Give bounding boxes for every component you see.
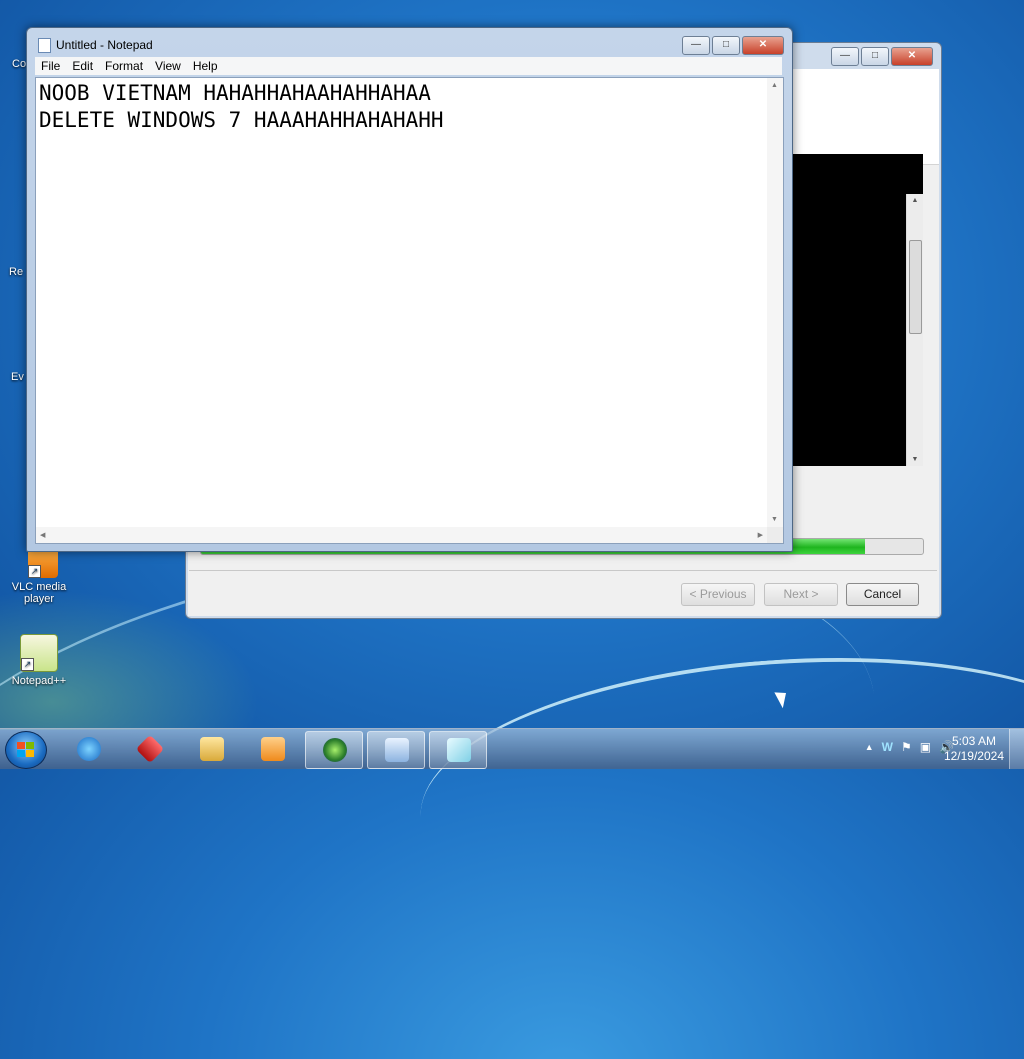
- console-scrollbar[interactable]: ▲ ▼: [906, 194, 923, 466]
- installer-icon: [323, 738, 347, 762]
- installer-maximize-button[interactable]: □: [861, 47, 889, 66]
- desktop-label-recycle[interactable]: Re: [9, 266, 23, 278]
- console-output: [790, 194, 906, 466]
- vertical-scrollbar[interactable]: ▲ ▼: [767, 78, 783, 527]
- taskbar-display[interactable]: [367, 731, 425, 769]
- taskbar-app2[interactable]: [121, 731, 177, 767]
- desktop-icon-vlc[interactable]: ↗ VLC media player: [4, 548, 74, 605]
- show-desktop-button[interactable]: [1009, 729, 1024, 769]
- desktop-icon-label: VLC media player: [11, 581, 67, 605]
- taskbar-media-player[interactable]: [244, 731, 300, 767]
- start-button[interactable]: [5, 731, 47, 769]
- close-button[interactable]: ✕: [742, 36, 784, 55]
- maximize-button[interactable]: □: [712, 36, 740, 55]
- editor-line-1: NOOB VIETNAM HAHAHHAHAAHAHHAHAA: [39, 81, 431, 105]
- menu-edit[interactable]: Edit: [66, 57, 99, 75]
- desktop-icon-label: Notepad++: [11, 675, 67, 687]
- editor-text[interactable]: NOOB VIETNAM HAHAHHAHAAHAHHAHAA DELETE WI…: [39, 80, 444, 134]
- desktop-label-ev[interactable]: Ev: [11, 371, 24, 383]
- scroll-right-icon[interactable]: ▶: [758, 531, 763, 539]
- horizontal-scrollbar[interactable]: ◀ ▶: [36, 527, 767, 543]
- explorer-icon: [200, 737, 224, 761]
- window-title: Untitled - Notepad: [56, 38, 153, 52]
- system-tray: ▲ W ⚑ ▣ 🔊: [865, 740, 954, 754]
- installer-minimize-button[interactable]: —: [831, 47, 859, 66]
- scroll-down-icon[interactable]: ▼: [907, 456, 923, 463]
- taskbar: ▲ W ⚑ ▣ 🔊 5:03 AM 12/19/2024: [0, 728, 1024, 769]
- menu-bar: File Edit Format View Help: [35, 57, 782, 75]
- next-button[interactable]: Next >: [764, 583, 838, 606]
- notepadpp-icon: ↗: [20, 634, 58, 672]
- previous-button[interactable]: < Previous: [681, 583, 755, 606]
- clock-date: 12/19/2024: [943, 749, 1004, 763]
- cancel-button[interactable]: Cancel: [846, 583, 919, 606]
- menu-view[interactable]: View: [149, 57, 187, 75]
- media-icon: [135, 734, 165, 764]
- menu-file[interactable]: File: [35, 57, 66, 75]
- minimize-button[interactable]: —: [682, 36, 710, 55]
- desktop-label-computer[interactable]: Co: [12, 58, 26, 70]
- shortcut-arrow-icon: ↗: [21, 658, 34, 671]
- scroll-up-icon[interactable]: ▲: [771, 82, 778, 89]
- network-app-icon[interactable]: W: [882, 740, 893, 754]
- menu-help[interactable]: Help: [187, 57, 224, 75]
- windows-logo-icon: [17, 742, 35, 758]
- taskbar-ie[interactable]: [60, 731, 116, 767]
- size-grip[interactable]: [767, 527, 783, 543]
- internet-explorer-icon: [77, 737, 101, 761]
- scroll-thumb[interactable]: [909, 240, 922, 334]
- shortcut-arrow-icon: ↗: [28, 565, 41, 578]
- desktop-icon-notepadpp[interactable]: ↗ Notepad++: [4, 634, 74, 687]
- vlc-icon: ↗: [28, 548, 58, 578]
- flag-icon[interactable]: ⚑: [901, 740, 912, 754]
- notepad-icon: [447, 738, 471, 762]
- editor-line-2: DELETE WINDOWS 7 HAAAHAHHAHAHAHH: [39, 108, 444, 132]
- text-editor[interactable]: NOOB VIETNAM HAHAHHAHAAHAHHAHAA DELETE WI…: [35, 77, 784, 544]
- menu-format[interactable]: Format: [99, 57, 149, 75]
- taskbar-explorer[interactable]: [183, 731, 239, 767]
- clock[interactable]: 5:03 AM 12/19/2024: [944, 734, 1004, 764]
- notepad-window[interactable]: Untitled - Notepad — □ ✕ File Edit Forma…: [26, 27, 793, 552]
- taskbar-notepad[interactable]: [429, 731, 487, 769]
- clock-time: 5:03 AM: [951, 734, 996, 748]
- mouse-cursor-icon: [774, 687, 792, 709]
- scroll-left-icon[interactable]: ◀: [40, 531, 45, 539]
- scroll-down-icon[interactable]: ▼: [771, 516, 778, 523]
- scroll-up-icon[interactable]: ▲: [907, 197, 923, 204]
- console-header: [790, 154, 923, 194]
- notepad-icon: [38, 38, 51, 53]
- show-hidden-icon[interactable]: ▲: [865, 740, 874, 754]
- network-icon[interactable]: ▣: [920, 740, 931, 754]
- divider: [189, 570, 937, 571]
- taskbar-installer[interactable]: [305, 731, 363, 769]
- display-icon: [385, 738, 409, 762]
- media-player-icon: [261, 737, 285, 761]
- installer-close-button[interactable]: ✕: [891, 47, 933, 66]
